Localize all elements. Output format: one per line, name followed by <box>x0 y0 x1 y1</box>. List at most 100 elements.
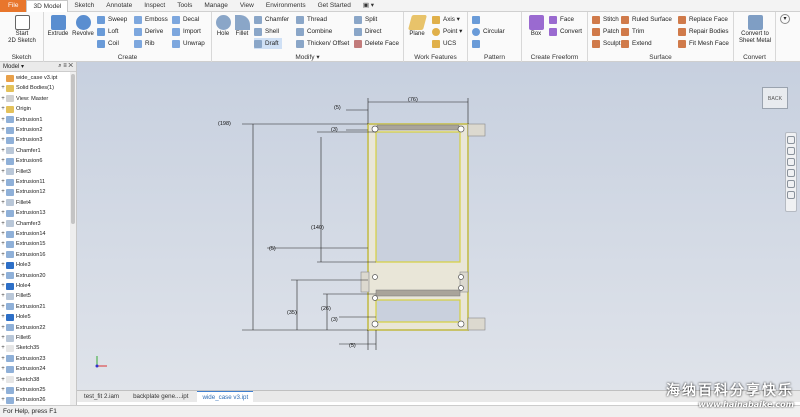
tab-3d-model[interactable]: 3D Model <box>26 0 69 12</box>
browser-tree-item[interactable]: wide_case v3.ipt <box>0 73 57 83</box>
browser-tree-item[interactable]: + Extrusion14 <box>0 229 46 239</box>
browser-tree-item[interactable]: + Extrusion16 <box>0 250 46 260</box>
derive-button[interactable]: Derive <box>134 26 163 37</box>
fillet-button[interactable]: Fillet <box>233 15 251 38</box>
plane-button[interactable]: Plane <box>406 15 428 38</box>
draft-button[interactable]: Draft <box>254 38 282 49</box>
point-button[interactable]: Point ▾ <box>432 26 462 37</box>
sweep-button[interactable]: Sweep <box>97 14 127 25</box>
axis-button[interactable]: Axis ▾ <box>432 14 460 25</box>
browser-tree-item[interactable]: + Extrusion13 <box>0 208 46 218</box>
repair-bodies-button[interactable]: Repair Bodies <box>678 26 729 37</box>
browser-tree-item[interactable]: + Extrusion24 <box>0 364 46 374</box>
mirror-button[interactable] <box>472 38 483 49</box>
tab-file[interactable]: File <box>0 0 27 12</box>
tab-environments[interactable]: Environments <box>260 0 312 12</box>
orbit-icon[interactable] <box>787 169 795 177</box>
look-at-icon[interactable] <box>787 180 795 188</box>
browser-tree-item[interactable]: + Extrusion22 <box>0 323 46 333</box>
decal-button[interactable]: Decal <box>172 14 199 25</box>
steering-wheel-icon[interactable] <box>787 136 795 144</box>
browser-tree-item[interactable]: + Extrusion6 <box>0 156 42 166</box>
browser-tree-item[interactable]: + Fillet3 <box>0 167 31 177</box>
revolve-button[interactable]: Revolve <box>71 15 95 38</box>
box-button[interactable]: Box <box>525 15 547 38</box>
delete-face-button[interactable]: Delete Face <box>354 38 399 49</box>
convert-sheet-metal-button[interactable]: Convert to Sheet Metal <box>736 15 774 45</box>
ucs-button[interactable]: UCS <box>432 38 456 49</box>
convert-button[interactable]: Convert <box>549 26 582 37</box>
doc-tab-test-fit[interactable]: test_fit 2.iam <box>79 391 124 402</box>
thicken-offset-button[interactable]: Thicken/ Offset <box>296 38 349 49</box>
doc-tab-backplate[interactable]: backplate gene....ipt <box>128 391 193 402</box>
doc-tab-wide-case[interactable]: wide_case v3.ipt <box>197 391 254 402</box>
direct-button[interactable]: Direct <box>354 26 381 37</box>
tab-manage[interactable]: Manage <box>198 0 234 12</box>
circular-pattern-button[interactable]: Circular <box>472 26 505 37</box>
browser-tree-item[interactable]: + Solid Bodies(1) <box>0 83 54 93</box>
browser-header-icons[interactable]: ⌕ ≡ ✕ <box>58 63 73 70</box>
browser-tree-item[interactable]: + Chamfer3 <box>0 219 41 229</box>
graphics-viewport[interactable]: (76) (5) (198) (3) (140) (5) (35) (26) (… <box>77 62 800 390</box>
hole-button[interactable]: Hole <box>214 15 232 38</box>
thread-button[interactable]: Thread <box>296 14 327 25</box>
import-button[interactable]: Import <box>172 26 201 37</box>
browser-tree-item[interactable]: + Sketch38 <box>0 375 39 385</box>
browser-tree-item[interactable]: + Extrusion1 <box>0 115 42 125</box>
loft-button[interactable]: Loft <box>97 26 119 37</box>
browser-tree-item[interactable]: + Extrusion26 <box>0 395 46 405</box>
browser-tree-item[interactable]: + Fillet4 <box>0 198 31 208</box>
viewcube[interactable]: BACK <box>762 87 788 109</box>
browser-tree-item[interactable]: + Extrusion21 <box>0 302 46 312</box>
rectangular-pattern-button[interactable] <box>472 14 483 25</box>
replace-face-button[interactable]: Replace Face <box>678 14 728 25</box>
browser-tree-item[interactable]: + Extrusion3 <box>0 135 42 145</box>
browser-tree-item[interactable]: + Chamfer1 <box>0 146 41 156</box>
browser-tree-item[interactable]: + Hole4 <box>0 281 31 291</box>
coil-button[interactable]: Coil <box>97 38 119 49</box>
browser-scrollbar-thumb[interactable] <box>71 74 75 224</box>
extend-button[interactable]: Extend <box>621 38 652 49</box>
browser-tree-item[interactable]: + Extrusion15 <box>0 239 46 249</box>
trim-button[interactable]: Trim <box>621 26 644 37</box>
chamfer-button[interactable]: Chamfer <box>254 14 289 25</box>
browser-tree-item[interactable]: + Extrusion2 <box>0 125 42 135</box>
stitch-button[interactable]: Stitch <box>592 14 619 25</box>
browser-tree-item[interactable]: + Extrusion23 <box>0 354 46 364</box>
browser-tree-item[interactable]: + Hole3 <box>0 260 31 270</box>
tab-tools[interactable]: Tools <box>171 0 198 12</box>
sketch-canvas[interactable]: (76) (5) (198) (3) (140) (5) (35) (26) (… <box>77 62 800 390</box>
emboss-button[interactable]: Emboss <box>134 14 168 25</box>
zoom-icon[interactable] <box>787 158 795 166</box>
browser-tree-item[interactable]: + Fillet6 <box>0 333 31 343</box>
face-button[interactable]: Face <box>549 14 574 25</box>
ribbon-options-icon[interactable]: ▾ <box>780 14 790 24</box>
nav-options-icon[interactable] <box>787 191 795 199</box>
panel-label-modify[interactable]: Modify ▾ <box>212 53 403 61</box>
browser-tree-item[interactable]: + Extrusion11 <box>0 177 45 187</box>
shell-button[interactable]: Shell <box>254 26 279 37</box>
tab-extra-dropdown[interactable]: ▣ ▾ <box>357 0 380 12</box>
unwrap-button[interactable]: Unwrap <box>172 38 205 49</box>
browser-tree-item[interactable]: + Extrusion25 <box>0 385 46 395</box>
tab-view[interactable]: View <box>234 0 260 12</box>
browser-tree-item[interactable]: + Extrusion12 <box>0 187 46 197</box>
browser-tree-item[interactable]: + Sketch35 <box>0 343 39 353</box>
tab-get-started[interactable]: Get Started <box>312 0 357 12</box>
browser-tree-item[interactable]: + Fillet5 <box>0 291 31 301</box>
sculpt-button[interactable]: Sculpt <box>592 38 621 49</box>
ruled-surface-button[interactable]: Ruled Surface <box>621 14 672 25</box>
browser-tree-item[interactable]: + Hole5 <box>0 312 31 322</box>
rib-button[interactable]: Rib <box>134 38 154 49</box>
browser-tree-item[interactable]: + Extrusion20 <box>0 271 46 281</box>
browser-tree-item[interactable]: + View: Master <box>0 94 48 104</box>
pan-icon[interactable] <box>787 147 795 155</box>
start-2d-sketch-button[interactable]: Start 2D Sketch <box>7 15 37 45</box>
browser-title[interactable]: Model ▾ <box>3 63 24 70</box>
tab-inspect[interactable]: Inspect <box>138 0 171 12</box>
browser-tree-item[interactable]: + Origin <box>0 104 31 114</box>
extrude-button[interactable]: Extrude <box>47 15 69 38</box>
patch-button[interactable]: Patch <box>592 26 619 37</box>
split-button[interactable]: Split <box>354 14 377 25</box>
tab-sketch[interactable]: Sketch <box>68 0 100 12</box>
